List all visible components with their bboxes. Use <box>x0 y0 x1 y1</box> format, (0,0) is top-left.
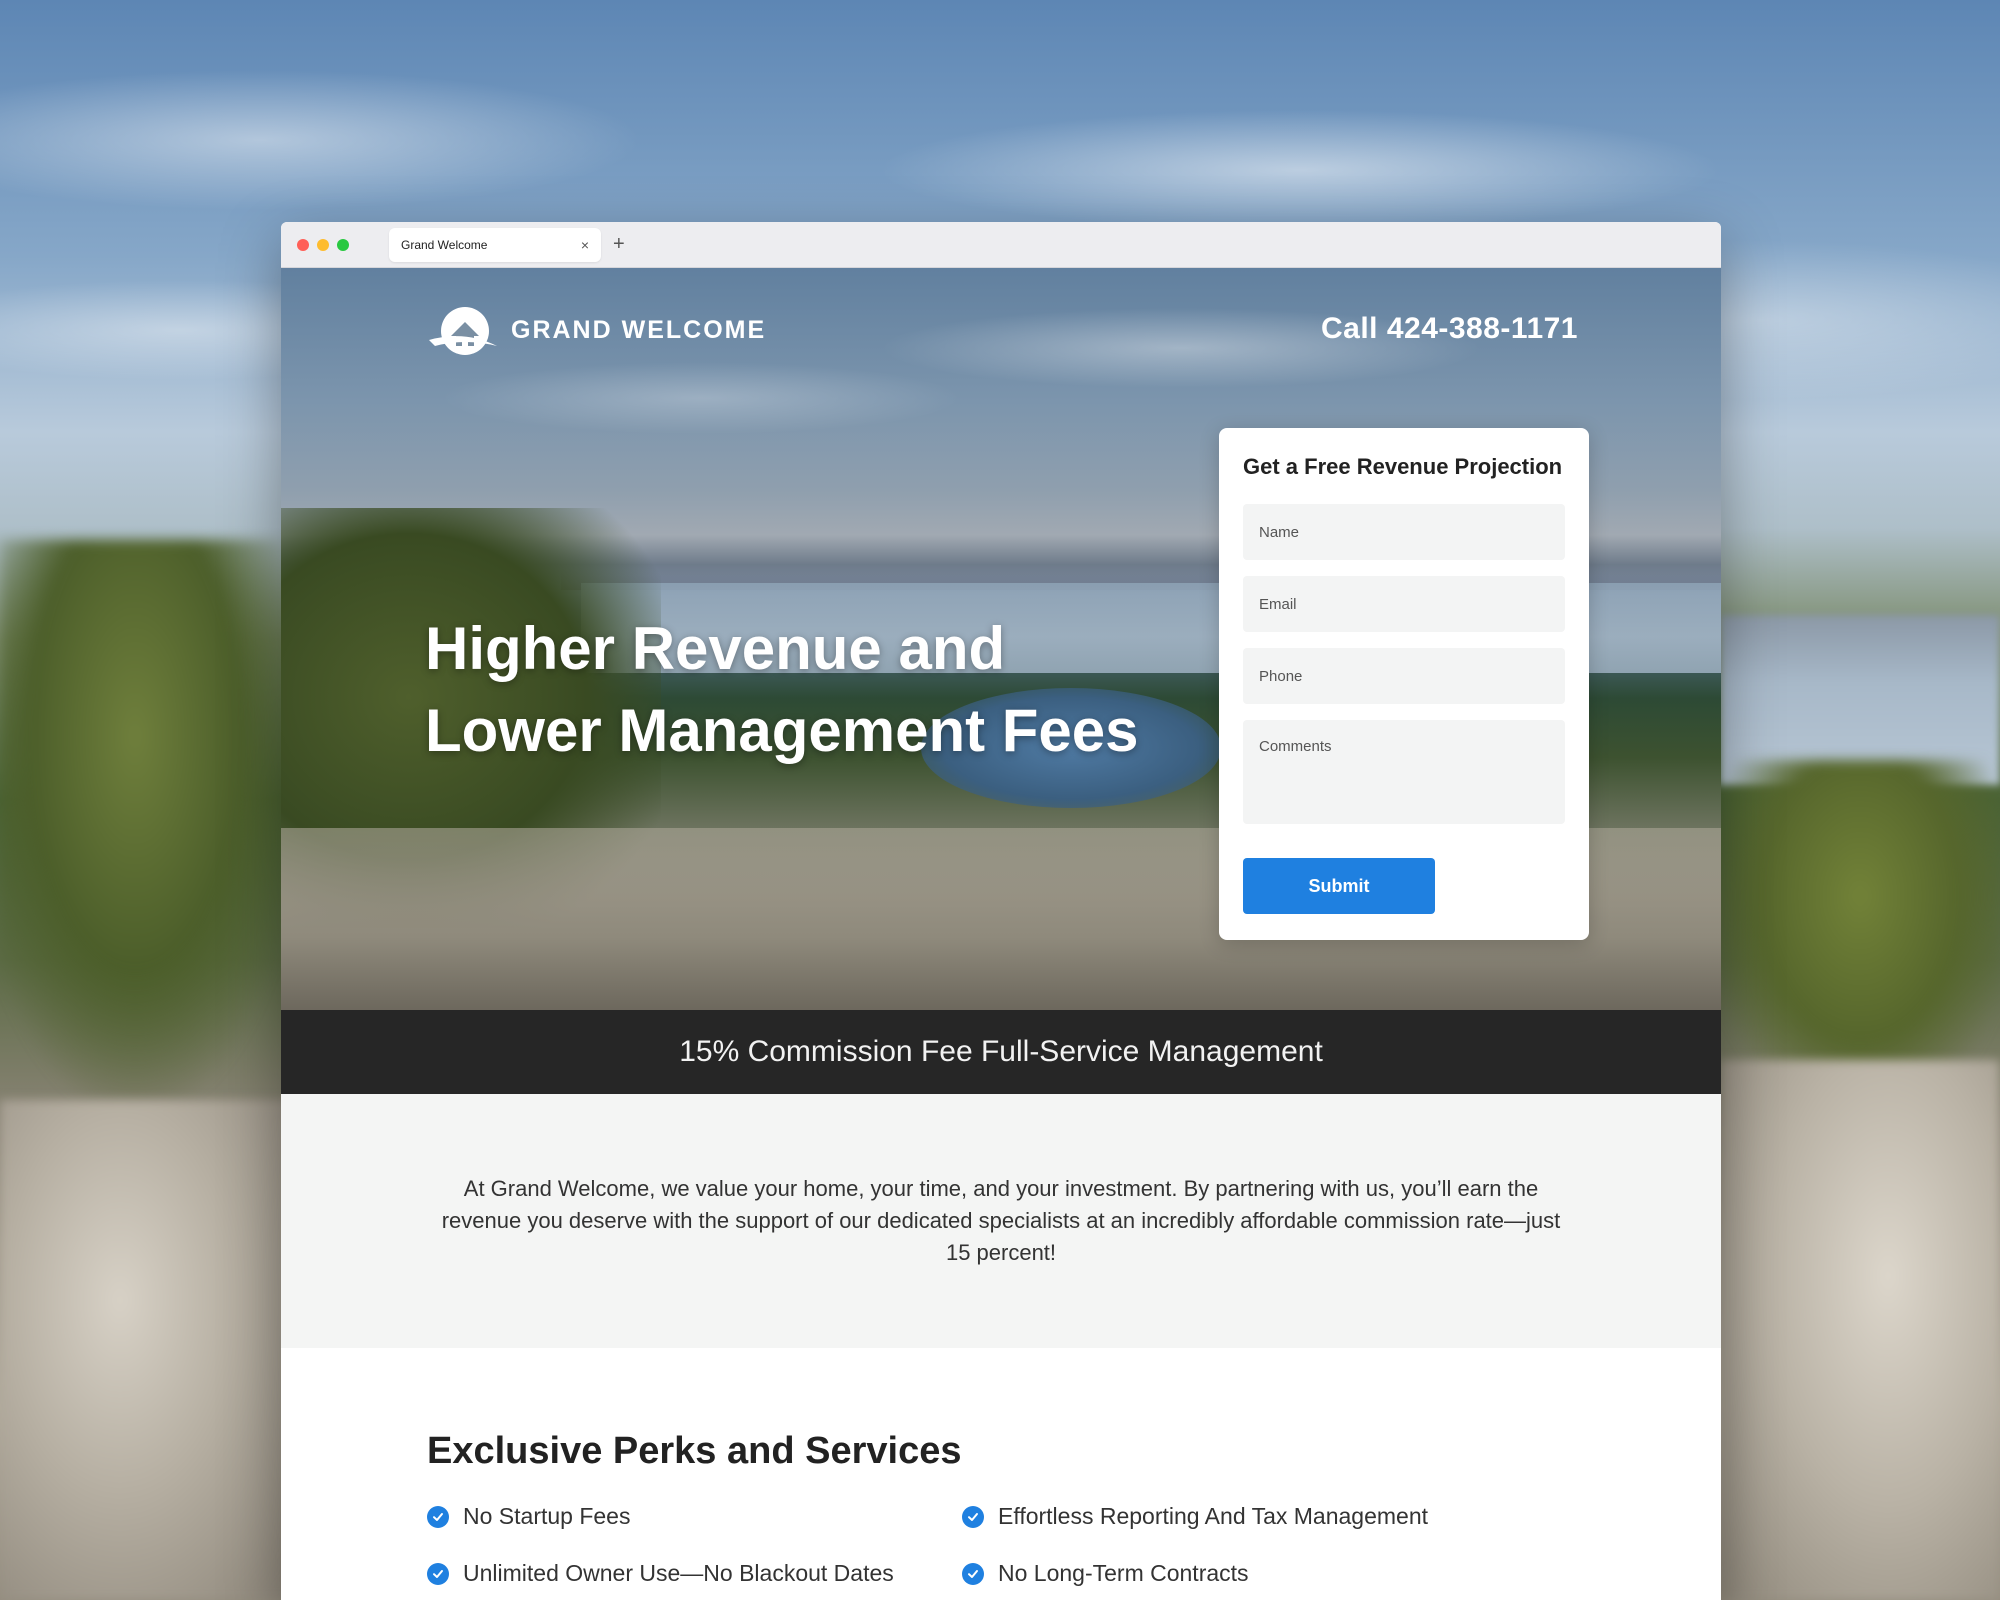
perks-section: Exclusive Perks and Services No Startup … <box>281 1348 1721 1587</box>
perks-list: No Startup Fees Effortless Reporting And… <box>427 1503 1575 1587</box>
background-rocks-left <box>0 1100 300 1600</box>
minimize-window-button[interactable] <box>317 239 329 251</box>
perks-title: Exclusive Perks and Services <box>427 1430 962 1472</box>
close-tab-icon[interactable]: × <box>581 237 589 253</box>
maximize-window-button[interactable] <box>337 239 349 251</box>
submit-button[interactable]: Submit <box>1243 858 1435 914</box>
logo-text: GRAND WELCOME <box>511 315 767 344</box>
browser-titlebar: Grand Welcome × + <box>281 222 1721 268</box>
form-title: Get a Free Revenue Projection <box>1243 454 1563 479</box>
perk-label: Unlimited Owner Use—No Blackout Dates <box>463 1560 894 1586</box>
perk-item: Unlimited Owner Use—No Blackout Dates <box>427 1560 962 1587</box>
browser-tab[interactable]: Grand Welcome × <box>389 228 601 262</box>
new-tab-icon[interactable]: + <box>613 232 625 256</box>
intro-text: At Grand Welcome, we value your home, yo… <box>441 1176 1561 1265</box>
background-rocks-right <box>1720 1060 2000 1600</box>
check-circle-icon <box>427 1562 449 1585</box>
tab-title: Grand Welcome <box>401 238 488 252</box>
browser-window: Grand Welcome × + GRAND WELCOME Call 424… <box>281 222 1721 1600</box>
perk-item: Effortless Reporting And Tax Management <box>962 1503 1497 1530</box>
perk-label: No Long-Term Contracts <box>998 1560 1249 1586</box>
background-forest-right <box>1720 760 2000 1100</box>
phone-field[interactable]: Phone <box>1243 648 1565 704</box>
close-window-button[interactable] <box>297 239 309 251</box>
perk-item: No Startup Fees <box>427 1503 962 1530</box>
commission-band-text: 15% Commission Fee Full-Service Manageme… <box>679 1035 1323 1068</box>
check-circle-icon <box>427 1505 449 1528</box>
email-field[interactable]: Email <box>1243 576 1565 632</box>
perk-label: Effortless Reporting And Tax Management <box>998 1503 1429 1529</box>
perk-item: No Long-Term Contracts <box>962 1560 1497 1587</box>
call-phone-link[interactable]: Call 424-388-1171 <box>1321 312 1578 346</box>
headline-line-1: Higher Revenue and <box>425 615 1006 682</box>
name-field[interactable]: Name <box>1243 504 1565 560</box>
hero-section: GRAND WELCOME Call 424-388-1171 Higher R… <box>281 268 1721 1010</box>
revenue-projection-form: Get a Free Revenue Projection Name Email… <box>1219 428 1589 940</box>
house-logo-icon <box>429 307 497 355</box>
perk-label: No Startup Fees <box>463 1503 631 1529</box>
headline-line-2: Lower Management Fees <box>425 697 1139 764</box>
hero-headline: Higher Revenue and Lower Management Fees <box>425 608 1185 772</box>
background-forest-left <box>0 540 300 1100</box>
comments-field[interactable]: Comments <box>1243 720 1565 824</box>
logo-link[interactable]: GRAND WELCOME <box>427 300 766 360</box>
intro-section: At Grand Welcome, we value your home, yo… <box>281 1094 1721 1348</box>
check-circle-icon <box>962 1505 984 1528</box>
background-lake <box>1720 615 2000 785</box>
check-circle-icon <box>962 1562 984 1585</box>
commission-band: 15% Commission Fee Full-Service Manageme… <box>281 1010 1721 1094</box>
